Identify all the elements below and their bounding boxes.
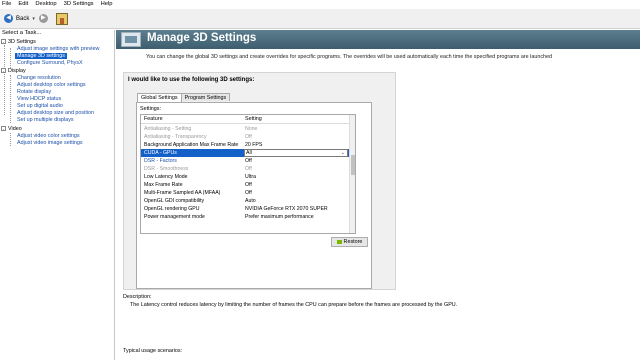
- description-label: Description:: [123, 294, 152, 300]
- sidebar-item-rotate-display[interactable]: Rotate display: [17, 89, 51, 95]
- sidebar-item-manage-3d-settings[interactable]: Manage 3D settings: [15, 53, 67, 59]
- restore-button[interactable]: Restore: [331, 237, 368, 247]
- tab-program-settings[interactable]: Program Settings: [180, 93, 231, 101]
- table-row-selected[interactable]: CUDA - GPUs All ⌄: [141, 149, 355, 157]
- menu-bar: File Edit Desktop 3D Settings Help: [0, 0, 640, 8]
- panel-heading: I would like to use the following 3D set…: [128, 77, 255, 83]
- menu-3d-settings[interactable]: 3D Settings: [64, 0, 94, 8]
- vertical-scrollbar[interactable]: [349, 115, 355, 233]
- back-button[interactable]: ◀ Back ▾: [2, 12, 37, 26]
- tab-strip: Global Settings Program Settings: [137, 93, 231, 102]
- sidebar-item-desktop-size[interactable]: Adjust desktop size and position: [17, 110, 94, 116]
- settings-panel: I would like to use the following 3D set…: [123, 72, 396, 290]
- main-content: Manage 3D Settings You can change the gl…: [116, 30, 640, 360]
- sidebar-item-video-image[interactable]: Adjust video image settings: [17, 140, 83, 146]
- table-row[interactable]: DSR - Factors Off: [141, 157, 355, 165]
- settings-grid: Feature Setting Antialiasing - Setting No…: [140, 114, 356, 234]
- sidebar-item-desktop-color[interactable]: Adjust desktop color settings: [17, 82, 86, 88]
- sidebar-category-3d-settings[interactable]: -3D Settings: [1, 39, 36, 45]
- back-label: Back: [16, 15, 30, 22]
- scrollbar-thumb[interactable]: [351, 155, 355, 175]
- sidebar-item-digital-audio[interactable]: Set up digital audio: [17, 103, 63, 109]
- chevron-down-icon[interactable]: ⌄: [341, 150, 345, 156]
- collapse-icon[interactable]: -: [1, 126, 6, 132]
- menu-edit[interactable]: Edit: [18, 0, 28, 8]
- column-header-setting: Setting: [245, 116, 262, 122]
- 3d-settings-icon: [121, 32, 141, 47]
- sidebar-item-hdcp-status[interactable]: View HDCP status: [17, 96, 61, 102]
- settings-label: Settings:: [140, 106, 161, 112]
- table-row[interactable]: Antialiasing - Setting None: [141, 125, 355, 133]
- table-row[interactable]: Multi-Frame Sampled AA (MFAA) Off: [141, 189, 355, 197]
- table-row[interactable]: OpenGL rendering GPU NVIDIA GeForce RTX 2…: [141, 205, 355, 213]
- sidebar-item-adjust-image-settings[interactable]: Adjust image settings with preview: [17, 46, 99, 52]
- arrow-right-icon: ▶: [38, 14, 48, 23]
- toolbar: ◀ Back ▾ ▶: [0, 9, 640, 29]
- sidebar-item-change-resolution[interactable]: Change resolution: [17, 75, 61, 81]
- task-sidebar: Select a Task... -3D Settings Adjust ima…: [0, 30, 115, 360]
- table-row[interactable]: Power management mode Prefer maximum perf…: [141, 213, 355, 221]
- sidebar-item-configure-surround[interactable]: Configure Surround, PhysX: [17, 60, 83, 66]
- menu-help[interactable]: Help: [101, 0, 113, 8]
- table-row[interactable]: OpenGL GDI compatibility Auto: [141, 197, 355, 205]
- arrow-left-icon: ◀: [4, 14, 13, 23]
- sidebar-item-video-color[interactable]: Adjust video color settings: [17, 133, 80, 139]
- tree-line: [4, 45, 5, 115]
- grid-header: Feature Setting: [141, 115, 355, 124]
- tab-global-settings[interactable]: Global Settings: [137, 93, 182, 102]
- sidebar-category-video[interactable]: - Video: [1, 126, 22, 132]
- table-row[interactable]: Antialiasing - Transparency Off: [141, 133, 355, 141]
- tree-line: [10, 75, 11, 123]
- page-banner: Manage 3D Settings: [116, 30, 640, 49]
- setting-dropdown[interactable]: All ⌄: [244, 149, 348, 157]
- usage-label: Typical usage scenarios:: [123, 348, 183, 354]
- description-body: The Latency control reduces latency by l…: [130, 302, 458, 308]
- column-header-feature: Feature: [144, 116, 163, 122]
- menu-file[interactable]: File: [2, 0, 11, 8]
- table-row[interactable]: Low Latency Mode Ultra: [141, 173, 355, 181]
- tab-body: Settings: Feature Setting Antialiasing -…: [136, 102, 372, 289]
- table-row[interactable]: DSR - Smoothness Off: [141, 165, 355, 173]
- collapse-icon[interactable]: -: [1, 68, 6, 74]
- sidebar-item-multiple-displays[interactable]: Set up multiple displays: [17, 117, 74, 123]
- sidebar-category-display[interactable]: - Display: [1, 68, 26, 74]
- nvidia-logo-icon: [336, 239, 342, 244]
- sidebar-title: Select a Task...: [2, 30, 42, 36]
- menu-desktop[interactable]: Desktop: [35, 0, 56, 8]
- tree-line: [10, 48, 11, 68]
- tree-line: [10, 133, 11, 146]
- table-row[interactable]: Max Frame Rate Off: [141, 181, 355, 189]
- collapse-icon[interactable]: -: [1, 39, 6, 45]
- chevron-down-icon[interactable]: ▾: [32, 16, 35, 22]
- page-title: Manage 3D Settings: [147, 32, 257, 44]
- forward-button[interactable]: ▶: [37, 12, 50, 26]
- table-row[interactable]: Background Application Max Frame Rate 20 …: [141, 141, 355, 149]
- page-description: You can change the global 3D settings an…: [146, 54, 553, 60]
- home-icon[interactable]: [55, 12, 68, 25]
